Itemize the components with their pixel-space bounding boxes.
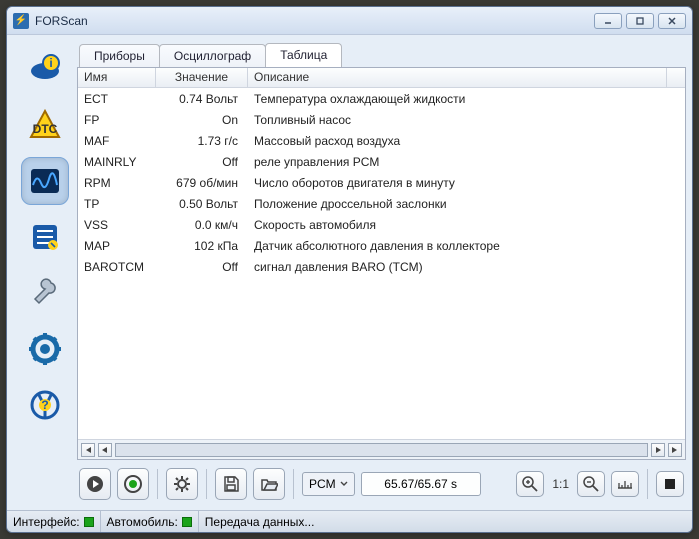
tab-oscilloscope[interactable]: Осциллограф [159,44,266,67]
sidebar-tests-button[interactable] [21,213,69,261]
settings-button[interactable] [166,468,198,500]
status-interface: Интерфейс: [13,511,101,532]
cell-value: 1.73 г/с [156,132,248,150]
interface-led-icon [84,517,94,527]
minimize-button[interactable] [594,13,622,29]
cell-desc: Датчик абсолютного давления в коллекторе [248,237,667,255]
table-row[interactable]: BAROTCMOffсигнал давления BARO (TCM) [78,256,685,277]
horizontal-scrollbar[interactable] [115,443,648,457]
cell-desc: Температура охлаждающей жидкости [248,90,667,108]
cell-value: 102 кПа [156,237,248,255]
time-text: 65.67/65.67 s [384,477,457,491]
nav-next-button[interactable] [651,443,665,457]
cell-name: MAINRLY [78,153,156,171]
table-row[interactable]: MAINRLYOffреле управления PCM [78,151,685,172]
table-row[interactable]: MAP102 кПаДатчик абсолютного давления в … [78,235,685,256]
cell-value: 0.0 км/ч [156,216,248,234]
cell-value: 0.74 Вольт [156,90,248,108]
sidebar-vehicle-info-button[interactable]: i [21,45,69,93]
window-title: FORScan [35,14,88,28]
svg-text:?: ? [41,398,48,412]
cell-value: Off [156,258,248,276]
tab-bar: Приборы Осциллограф Таблица [77,41,686,67]
cell-desc: Массовый расход воздуха [248,132,667,150]
zoom-in-button[interactable] [516,471,544,497]
close-button[interactable] [658,13,686,29]
chevron-down-icon [340,480,348,488]
col-header-name[interactable]: Имя [78,68,156,88]
cell-desc: Скорость автомобиля [248,216,667,234]
titlebar: ⚡ FORScan [7,7,692,35]
app-window: ⚡ FORScan i DTC [6,6,693,533]
table-row[interactable]: TP0.50 ВольтПоложение дроссельной заслон… [78,193,685,214]
sidebar-help-button[interactable]: ? [21,381,69,429]
nav-prev-button[interactable] [98,443,112,457]
cell-name: BAROTCM [78,258,156,276]
save-button[interactable] [215,468,247,500]
table-row[interactable]: RPM679 об/минЧисло оборотов двигателя в … [78,172,685,193]
zoom-ratio-label: 1:1 [550,477,571,491]
svg-text:i: i [49,56,52,70]
sidebar-pid-data-button[interactable] [21,157,69,205]
status-vehicle: Автомобиль: [107,511,199,532]
cell-value: 0.50 Вольт [156,195,248,213]
sidebar-config-button[interactable] [21,325,69,373]
cell-name: RPM [78,174,156,192]
app-icon: ⚡ [13,13,29,29]
cell-name: TP [78,195,156,213]
cell-name: VSS [78,216,156,234]
scroll-nav-bar [78,439,685,459]
table-row[interactable]: ECT0.74 ВольтТемпература охлаждающей жид… [78,88,685,109]
svg-text:DTC: DTC [33,122,58,136]
col-header-desc[interactable]: Описание [248,68,667,88]
cell-desc: Топливный насос [248,111,667,129]
cell-name: ECT [78,90,156,108]
record-marker-button[interactable] [656,471,684,497]
table-header-row: Имя Значение Описание [78,68,685,88]
status-interface-label: Интерфейс: [13,515,80,529]
status-data-label: Передача данных... [205,515,315,529]
pid-table: Имя Значение Описание ECT0.74 ВольтТемпе… [77,67,686,460]
tab-table[interactable]: Таблица [265,43,342,67]
cell-name: FP [78,111,156,129]
status-bar: Интерфейс: Автомобиль: Передача данных..… [7,510,692,532]
stop-button[interactable] [117,468,149,500]
ruler-button[interactable] [611,471,639,497]
module-selector-label: PCM [309,477,336,491]
cell-value: Off [156,153,248,171]
nav-last-button[interactable] [668,443,682,457]
bottom-toolbar: PCM 65.67/65.67 s 1:1 [77,460,686,504]
cell-desc: Положение дроссельной заслонки [248,195,667,213]
status-vehicle-label: Автомобиль: [107,515,178,529]
sidebar-dtc-button[interactable]: DTC [21,101,69,149]
tab-gauges[interactable]: Приборы [79,44,160,67]
time-display: 65.67/65.67 s [361,472,481,496]
cell-name: MAF [78,132,156,150]
play-button[interactable] [79,468,111,500]
vehicle-led-icon [182,517,192,527]
status-data: Передача данных... [205,511,321,532]
cell-desc: реле управления PCM [248,153,667,171]
nav-first-button[interactable] [81,443,95,457]
cell-value: On [156,111,248,129]
cell-name: MAP [78,237,156,255]
open-button[interactable] [253,468,285,500]
table-row[interactable]: VSS0.0 км/чСкорость автомобиля [78,214,685,235]
module-selector[interactable]: PCM [302,472,355,496]
sidebar-service-button[interactable] [21,269,69,317]
col-header-spacer [667,68,685,88]
table-row[interactable]: MAF1.73 г/сМассовый расход воздуха [78,130,685,151]
zoom-out-button[interactable] [577,471,605,497]
cell-value: 679 об/мин [156,174,248,192]
maximize-button[interactable] [626,13,654,29]
cell-desc: Число оборотов двигателя в минуту [248,174,667,192]
sidebar: i DTC ? [13,41,77,504]
col-header-value[interactable]: Значение [156,68,248,88]
cell-desc: сигнал давления BARO (TCM) [248,258,667,276]
table-row[interactable]: FPOnТопливный насос [78,109,685,130]
